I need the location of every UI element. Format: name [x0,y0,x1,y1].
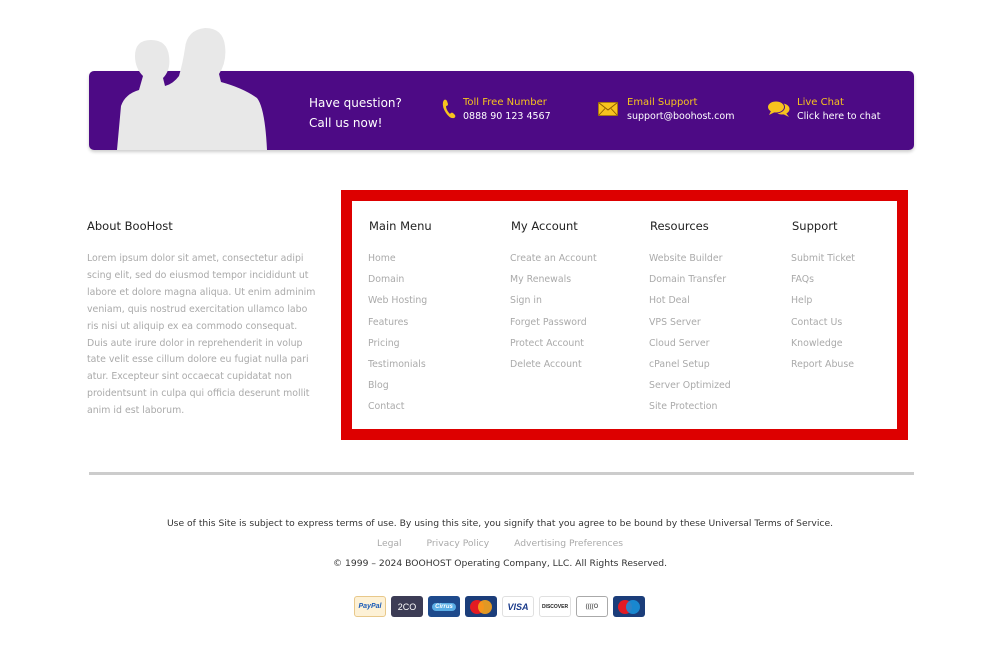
menu-link-protect-account[interactable]: Protect Account [510,337,597,358]
menu-link-domain[interactable]: Domain [368,273,432,294]
menu-link-help[interactable]: Help [791,294,855,315]
menu-link-forget-password[interactable]: Forget Password [510,316,597,337]
menu-link-hot-deal[interactable]: Hot Deal [649,294,731,315]
menu-link-site-protection[interactable]: Site Protection [649,400,731,421]
advertising-preferences-link[interactable]: Advertising Preferences [514,538,623,549]
menu-heading: Support [792,219,855,233]
maestro-icon [613,596,645,617]
about-title: About BooHost [87,219,173,233]
copyright-text: © 1999 – 2024 BOOHOST Operating Company,… [0,558,1000,569]
menu-column-resources: Resources Website Builder Domain Transfe… [649,219,731,422]
discover-icon: DISCOVER [539,596,571,617]
privacy-policy-link[interactable]: Privacy Policy [427,538,490,549]
menu-link-cloud-server[interactable]: Cloud Server [649,337,731,358]
payment-methods: PayPal 2CO Cirrus VISA DISCOVER ((((O [354,596,645,617]
paypal-icon: PayPal [354,596,386,617]
menu-link-home[interactable]: Home [368,252,432,273]
menu-column-my-account: My Account Create an Account My Renewals… [510,219,597,379]
menu-link-website-builder[interactable]: Website Builder [649,252,731,273]
terms-of-use-text: Use of this Site is subject to express t… [0,518,1000,529]
footer-divider [89,472,914,475]
menu-link-my-renewals[interactable]: My Renewals [510,273,597,294]
menu-link-knowledge[interactable]: Knowledge [791,337,855,358]
menu-link-vps-server[interactable]: VPS Server [649,316,731,337]
toll-free-title: Toll Free Number [463,96,551,110]
menu-link-contact[interactable]: Contact [368,400,432,421]
moneybookers-icon: ((((O [576,596,608,617]
mastercard-icon [465,596,497,617]
menu-link-contact-us[interactable]: Contact Us [791,316,855,337]
headline-line-1: Have question? [309,93,402,113]
banner-headline: Have question? Call us now! [309,93,402,133]
people-silhouette-image [107,26,272,150]
visa-icon: VISA [502,596,534,617]
menu-link-web-hosting[interactable]: Web Hosting [368,294,432,315]
about-text: Lorem ipsum dolor sit amet, consectetur … [87,251,319,420]
legal-links: Legal Privacy Policy Advertising Prefere… [0,538,1000,549]
cirrus-icon: Cirrus [428,596,460,617]
maestro-circles [616,599,642,615]
email-support-address[interactable]: support@boohost.com [627,110,734,124]
menu-heading: Resources [650,219,731,233]
menu-link-report-abuse[interactable]: Report Abuse [791,358,855,379]
menu-link-delete-account[interactable]: Delete Account [510,358,597,379]
live-chat-title: Live Chat [797,96,880,110]
menu-column-main-menu: Main Menu Home Domain Web Hosting Featur… [368,219,432,422]
live-chat-link[interactable]: Click here to chat [797,110,880,124]
menu-link-cpanel-setup[interactable]: cPanel Setup [649,358,731,379]
menu-link-blog[interactable]: Blog [368,379,432,400]
menu-link-create-account[interactable]: Create an Account [510,252,597,273]
headline-line-2: Call us now! [309,113,402,133]
cirrus-label: Cirrus [432,603,456,611]
chat-bubbles-icon [767,100,791,118]
mastercard-circles [468,599,494,615]
menu-link-features[interactable]: Features [368,316,432,337]
menu-link-domain-transfer[interactable]: Domain Transfer [649,273,731,294]
menu-link-submit-ticket[interactable]: Submit Ticket [791,252,855,273]
menu-heading: Main Menu [369,219,432,233]
menu-link-testimonials[interactable]: Testimonials [368,358,432,379]
email-support-title: Email Support [627,96,734,110]
menu-link-faqs[interactable]: FAQs [791,273,855,294]
toll-free-number[interactable]: 0888 90 123 4567 [463,110,551,124]
menu-link-sign-in[interactable]: Sign in [510,294,597,315]
menu-link-server-optimized[interactable]: Server Optimized [649,379,731,400]
2co-icon: 2CO [391,596,423,617]
menu-column-support: Support Submit Ticket FAQs Help Contact … [791,219,855,379]
menu-heading: My Account [511,219,597,233]
legal-link[interactable]: Legal [377,538,402,549]
envelope-icon [598,102,618,116]
phone-icon [441,99,456,119]
menu-link-pricing[interactable]: Pricing [368,337,432,358]
